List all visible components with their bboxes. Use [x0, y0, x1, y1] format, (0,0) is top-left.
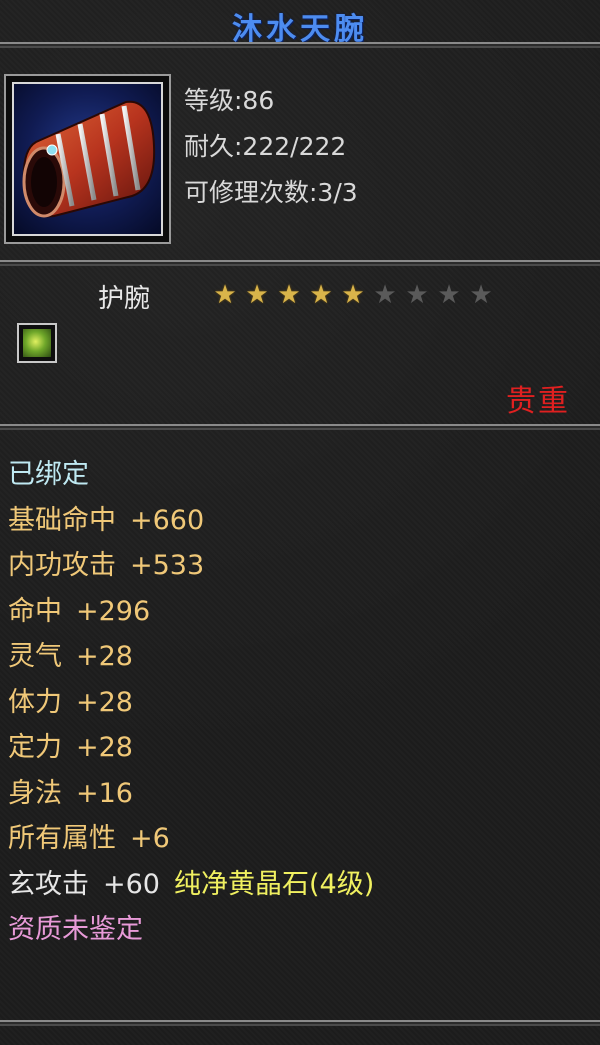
star-empty-icon: ★ [469, 280, 493, 310]
attribute-name: 基础命中 [8, 504, 116, 536]
item-durability: 耐久:222/222 [184, 132, 347, 161]
attribute-name: 内功攻击 [8, 550, 116, 581]
title-bar: 沐水天腕 [0, 0, 600, 47]
gem-attribute-value: +60 [103, 868, 160, 900]
divider-attributes [0, 424, 600, 430]
attribute-name: 灵气 [8, 641, 62, 672]
star-filled-icon: ★ [309, 280, 333, 310]
attribute-name: 身法 [8, 777, 62, 809]
gem-attribute-line: 玄攻击 +60 纯净黄晶石(4级) [8, 862, 374, 908]
star-filled-icon: ★ [245, 280, 269, 310]
gem-slot[interactable] [17, 323, 57, 363]
attribute-value: +16 [76, 777, 133, 809]
attribute-list: 已绑定 基础命中 +660 内功攻击 +533 命中 +296 灵气 +28 体力 +28… [8, 452, 374, 953]
rarity-label: 贵重 [506, 384, 570, 419]
attribute-value: +28 [76, 641, 133, 672]
item-icon-frame[interactable] [4, 74, 171, 244]
attribute-name: 所有属性 [8, 823, 116, 854]
attribute-line: 命中 +296 [8, 589, 374, 635]
gem-attribute-name: 玄攻击 [8, 868, 89, 900]
bracer-icon [12, 82, 163, 236]
bound-status: 已绑定 [8, 459, 89, 490]
attribute-value: +660 [130, 504, 205, 536]
star-filled-icon: ★ [341, 280, 365, 310]
item-repair-count: 可修理次数:3/3 [184, 178, 358, 207]
attribute-value: +28 [76, 686, 133, 718]
star-filled-icon: ★ [213, 280, 237, 310]
item-level: 等级:86 [184, 86, 275, 115]
item-tooltip: 沐水天腕 等级:86 耐久:222/222 可修理次数:3/3 护腕 ★ ★ ★… [0, 0, 600, 1045]
star-empty-icon: ★ [405, 280, 429, 310]
attribute-value: +6 [130, 823, 170, 854]
divider-middle [0, 260, 600, 266]
attribute-line: 基础命中 +660 [8, 498, 374, 544]
divider-bottom [0, 1020, 600, 1026]
attribute-value: +296 [76, 595, 151, 627]
attribute-line: 所有属性 +6 [8, 816, 374, 862]
divider-top [0, 42, 600, 48]
attribute-line: 身法 +16 [8, 771, 374, 817]
attribute-name: 体力 [8, 686, 62, 718]
attribute-value: +533 [130, 550, 205, 581]
yellow-gem-icon [23, 329, 51, 357]
attribute-line: 灵气 +28 [8, 634, 374, 680]
gem-name: 纯净黄晶石(4级) [173, 868, 375, 900]
attribute-line: 内功攻击 +533 [8, 543, 374, 589]
item-basic-stats: 等级:86 耐久:222/222 可修理次数:3/3 [184, 78, 358, 216]
attribute-value: +28 [76, 732, 133, 763]
aptitude-status: 资质未鉴定 [8, 914, 143, 945]
attribute-name: 命中 [8, 595, 62, 627]
attribute-name: 定力 [8, 732, 62, 763]
attribute-line: 定力 +28 [8, 725, 374, 771]
star-empty-icon: ★ [437, 280, 461, 310]
item-type: 护腕 [98, 284, 151, 314]
star-empty-icon: ★ [373, 280, 397, 310]
attribute-line: 体力 +28 [8, 680, 374, 726]
star-filled-icon: ★ [277, 280, 301, 310]
star-rating: ★ ★ ★ ★ ★ ★ ★ ★ ★ [212, 282, 494, 312]
